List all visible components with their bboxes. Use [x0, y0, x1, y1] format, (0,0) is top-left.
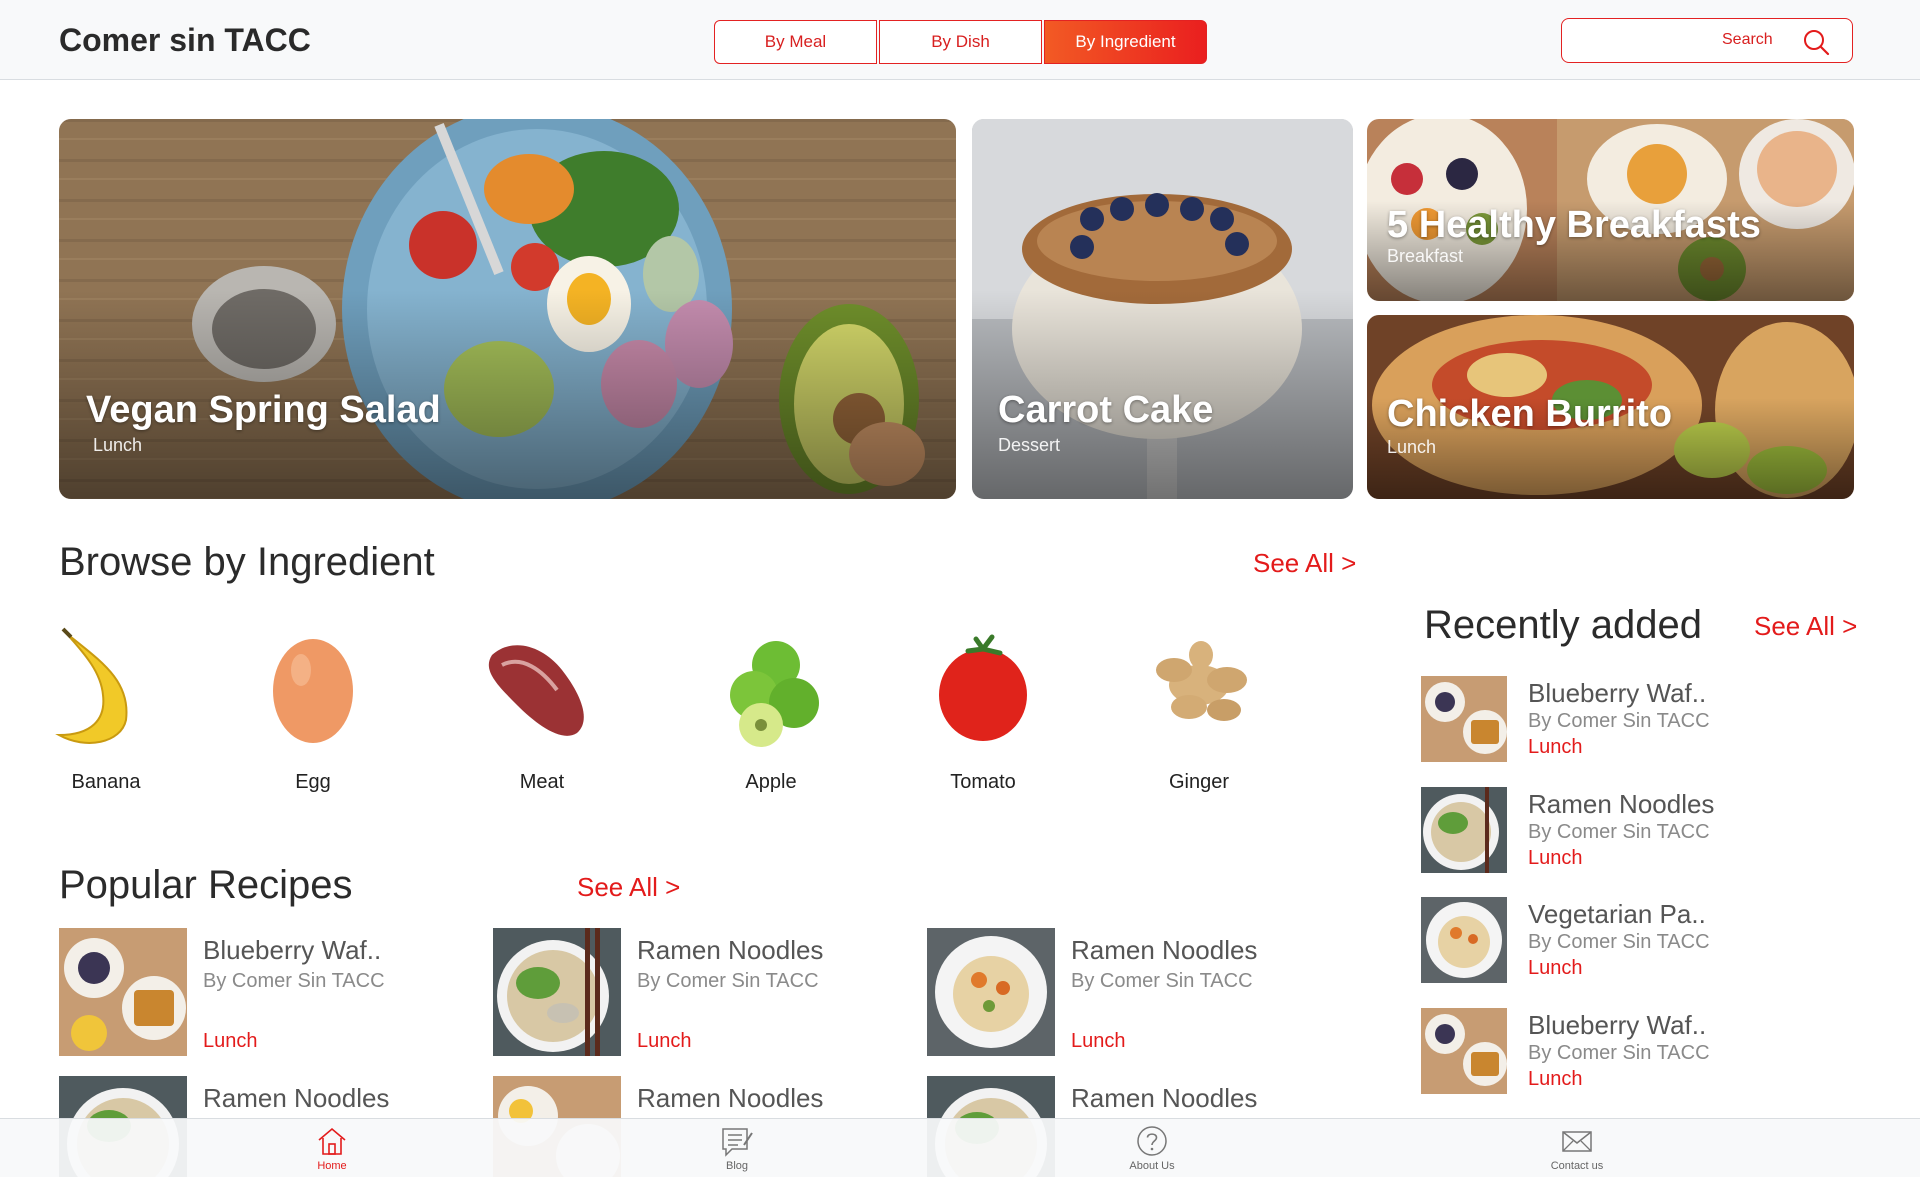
question-icon [1137, 1126, 1167, 1156]
ingredient-tomato[interactable]: Tomato [908, 625, 1058, 794]
app-logo[interactable]: Comer sin TACC [59, 22, 311, 59]
apple-icon [730, 641, 819, 747]
recipe-title[interactable]: Ramen Noodles [203, 1083, 389, 1114]
hero-category: Lunch [1387, 437, 1437, 457]
waffle-photo [1421, 1008, 1507, 1094]
hero-card-carrot-cake[interactable]: Carrot Cake Dessert [972, 119, 1353, 499]
recent-author: By Comer Sin TACC [1528, 710, 1710, 732]
recipe-category: Lunch [203, 1030, 258, 1052]
recent-category: Lunch [1528, 847, 1583, 869]
recipe-category: Lunch [1071, 1030, 1126, 1052]
recipe-title[interactable]: Ramen Noodles [1071, 1083, 1257, 1114]
waffle-photo [1421, 676, 1507, 762]
bottom-navigation: Home Blog About Us Contact us [0, 1118, 1920, 1177]
ingredient-label: Banana [71, 771, 141, 793]
ingredient-label: Ginger [1168, 771, 1230, 793]
hero-category: Dessert [998, 435, 1061, 455]
hero-title: 5 Healthy Breakfasts [1387, 204, 1761, 246]
recent-thumbnail[interactable] [1421, 787, 1507, 873]
banana-icon [55, 627, 128, 744]
mail-icon [1562, 1131, 1592, 1152]
search-icon[interactable] [1802, 28, 1830, 56]
recipe-title[interactable]: Ramen Noodles [637, 935, 823, 966]
ginger-icon [1156, 641, 1247, 721]
popular-see-all-link[interactable]: See All > [577, 872, 680, 903]
recipe-category: Lunch [637, 1030, 692, 1052]
recent-title[interactable]: Ramen Noodles [1528, 789, 1714, 820]
tab-by-dish[interactable]: By Dish [879, 20, 1042, 64]
popular-recipes-title: Popular Recipes [59, 863, 353, 907]
ingredient-banana[interactable]: Banana [31, 625, 181, 794]
nav-about-us[interactable]: About Us [1092, 1125, 1212, 1172]
nav-contact-us[interactable]: Contact us [1517, 1125, 1637, 1172]
hero-title: Carrot Cake [998, 389, 1214, 431]
browse-by-ingredient-title: Browse by Ingredient [59, 540, 435, 584]
recent-author: By Comer Sin TACC [1528, 1042, 1710, 1064]
recent-category: Lunch [1528, 957, 1583, 979]
recent-title[interactable]: Vegetarian Pa.. [1528, 899, 1706, 930]
tab-by-ingredient[interactable]: By Ingredient [1044, 20, 1207, 64]
hero-card-healthy-breakfasts[interactable]: 5 Healthy Breakfasts Breakfast [1367, 119, 1854, 301]
recently-added-title: Recently added [1424, 603, 1702, 647]
nav-label: About Us [1129, 1160, 1175, 1172]
ingredient-egg[interactable]: Egg [238, 625, 388, 794]
ingredient-label: Meat [519, 771, 565, 793]
recent-thumbnail[interactable] [1421, 676, 1507, 762]
recent-category: Lunch [1528, 1068, 1583, 1090]
recipe-author: By Comer Sin TACC [1071, 970, 1253, 992]
ingredients-see-all-link[interactable]: See All > [1253, 548, 1356, 579]
tab-by-meal[interactable]: By Meal [714, 20, 877, 64]
ramen-photo [1421, 787, 1507, 873]
recent-category: Lunch [1528, 736, 1583, 758]
meat-icon [488, 645, 584, 736]
hero-card-vegan-salad[interactable]: Vegan Spring Salad Lunch [59, 119, 956, 499]
home-icon [318, 1127, 346, 1155]
ramen-photo [493, 928, 621, 1056]
pasta-photo [927, 928, 1055, 1056]
tomato-icon [939, 634, 1027, 741]
nav-label: Home [317, 1160, 347, 1172]
recent-thumbnail[interactable] [1421, 1008, 1507, 1094]
nav-label: Blog [725, 1160, 749, 1172]
waffle-photo [59, 928, 187, 1056]
recipe-thumbnail[interactable] [59, 928, 187, 1056]
recent-title[interactable]: Blueberry Waf.. [1528, 1010, 1706, 1041]
ingredient-label: Egg [295, 771, 331, 793]
recent-author: By Comer Sin TACC [1528, 931, 1710, 953]
recent-author: By Comer Sin TACC [1528, 821, 1710, 843]
hero-card-chicken-burrito[interactable]: Chicken Burrito Lunch [1367, 315, 1854, 499]
search-placeholder: Search [1722, 31, 1773, 48]
pasta-photo [1421, 897, 1507, 983]
ingredient-apple[interactable]: Apple [696, 625, 846, 794]
recipe-title[interactable]: Ramen Noodles [1071, 935, 1257, 966]
ingredient-label: Apple [745, 771, 797, 793]
recipe-author: By Comer Sin TACC [203, 970, 385, 992]
nav-label: Contact us [1550, 1160, 1604, 1172]
hero-title: Vegan Spring Salad [86, 389, 441, 431]
hero-category: Lunch [93, 435, 143, 455]
ingredient-meat[interactable]: Meat [467, 625, 617, 794]
ingredient-label: Tomato [950, 771, 1016, 793]
recent-see-all-link[interactable]: See All > [1754, 611, 1857, 642]
recipe-thumbnail[interactable] [927, 928, 1055, 1056]
hero-title: Chicken Burrito [1387, 393, 1673, 435]
search-input[interactable]: Search [1561, 18, 1853, 63]
hero-category: Breakfast [1387, 246, 1464, 266]
recipe-title[interactable]: Ramen Noodles [637, 1083, 823, 1114]
nav-home[interactable]: Home [272, 1125, 392, 1172]
ingredient-ginger[interactable]: Ginger [1124, 625, 1274, 794]
egg-icon [273, 639, 353, 743]
recent-thumbnail[interactable] [1421, 897, 1507, 983]
nav-blog[interactable]: Blog [677, 1125, 797, 1172]
recipe-thumbnail[interactable] [493, 928, 621, 1056]
recent-title[interactable]: Blueberry Waf.. [1528, 678, 1706, 709]
recipe-title[interactable]: Blueberry Waf.. [203, 935, 381, 966]
top-bar: Comer sin TACC By Meal By Dish By Ingred… [0, 0, 1920, 80]
blog-icon [722, 1128, 753, 1157]
recipe-author: By Comer Sin TACC [637, 970, 819, 992]
